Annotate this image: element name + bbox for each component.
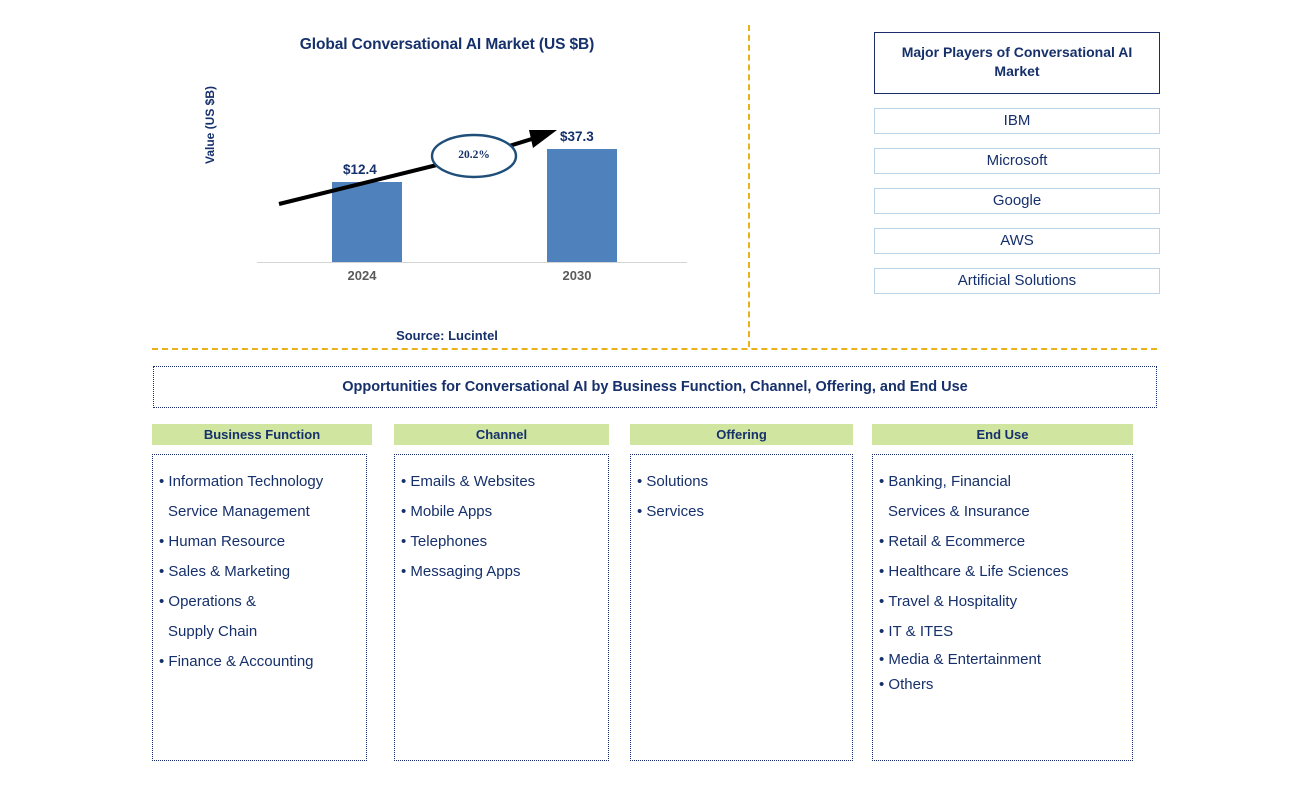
column-offering: Offering SolutionsServices xyxy=(630,424,853,761)
list-item: Finance & Accounting xyxy=(159,647,360,677)
list-item: Telephones xyxy=(401,527,602,557)
column-body-end-use: Banking, Financial Services & Insurance Re… xyxy=(872,454,1133,761)
list-item: Banking, Financial xyxy=(879,467,1126,497)
player-item-ibm: IBM xyxy=(874,108,1160,134)
list-item: Service Management xyxy=(168,503,310,520)
cagr-label: 20.2% xyxy=(458,149,490,161)
players-panel-header: Major Players of Conversational AI Marke… xyxy=(874,32,1160,94)
opportunities-banner: Opportunities for Conversational AI by B… xyxy=(153,366,1157,408)
horizontal-divider xyxy=(152,348,1157,350)
list-channel: Emails & WebsitesMobile AppsTelephonesMe… xyxy=(401,467,602,587)
list-item: Services & Insurance xyxy=(888,503,1030,520)
chart-axis-line xyxy=(257,262,687,263)
list-item: IT & ITES xyxy=(879,617,1126,647)
source-note: Source: Lucintel xyxy=(396,328,498,343)
list-item: Messaging Apps xyxy=(401,557,602,587)
vertical-divider xyxy=(748,25,750,347)
column-header-end-use: End Use xyxy=(872,424,1133,445)
list-business-function: Information Technology Service Management… xyxy=(159,467,360,677)
column-channel: Channel Emails & WebsitesMobile AppsTele… xyxy=(394,424,609,761)
list-item: Supply Chain xyxy=(168,623,258,640)
list-item: Solutions xyxy=(637,467,846,497)
x-tick-2030: 2030 xyxy=(562,268,592,283)
column-body-business-function: Information Technology Service Management… xyxy=(152,454,367,761)
list-end-use: Banking, Financial Services & Insurance Re… xyxy=(879,467,1126,697)
list-item: Services xyxy=(637,497,846,527)
list-item: Others xyxy=(879,672,1126,697)
major-players-panel: Major Players of Conversational AI Marke… xyxy=(874,32,1160,294)
list-item: Retail & Ecommerce xyxy=(879,527,1126,557)
list-item: Media & Entertainment xyxy=(879,647,1126,672)
chart-title: Global Conversational AI Market (US $B) xyxy=(299,36,595,53)
column-body-channel: Emails & WebsitesMobile AppsTelephonesMe… xyxy=(394,454,609,761)
list-item: Human Resource xyxy=(159,527,360,557)
column-business-function: Business Function Information Technology… xyxy=(152,424,372,761)
column-header-offering: Offering xyxy=(630,424,853,445)
list-item: Operations & xyxy=(159,587,360,617)
column-end-use: End Use Banking, Financial Services & Ins… xyxy=(872,424,1133,761)
player-item-aws: AWS xyxy=(874,228,1160,254)
list-item: Information Technology xyxy=(159,467,360,497)
list-offering: SolutionsServices xyxy=(637,467,846,527)
player-item-microsoft: Microsoft xyxy=(874,148,1160,174)
player-item-google: Google xyxy=(874,188,1160,214)
player-item-artificial-solutions: Artificial Solutions xyxy=(874,268,1160,294)
x-tick-2024: 2024 xyxy=(347,268,377,283)
market-chart-panel: Global Conversational AI Market (US $B) … xyxy=(152,18,742,348)
y-axis-label: Value (US $B) xyxy=(203,85,217,165)
list-item: Mobile Apps xyxy=(401,497,602,527)
list-item: Emails & Websites xyxy=(401,467,602,497)
opportunities-banner-title: Opportunities for Conversational AI by B… xyxy=(342,379,968,395)
list-item: Healthcare & Life Sciences xyxy=(879,557,1126,587)
segmentation-columns: Business Function Information Technology… xyxy=(152,424,1157,764)
list-item: Sales & Marketing xyxy=(159,557,360,587)
column-header-channel: Channel xyxy=(394,424,609,445)
column-header-business-function: Business Function xyxy=(152,424,372,445)
column-body-offering: SolutionsServices xyxy=(630,454,853,761)
list-item: Travel & Hospitality xyxy=(879,587,1126,617)
